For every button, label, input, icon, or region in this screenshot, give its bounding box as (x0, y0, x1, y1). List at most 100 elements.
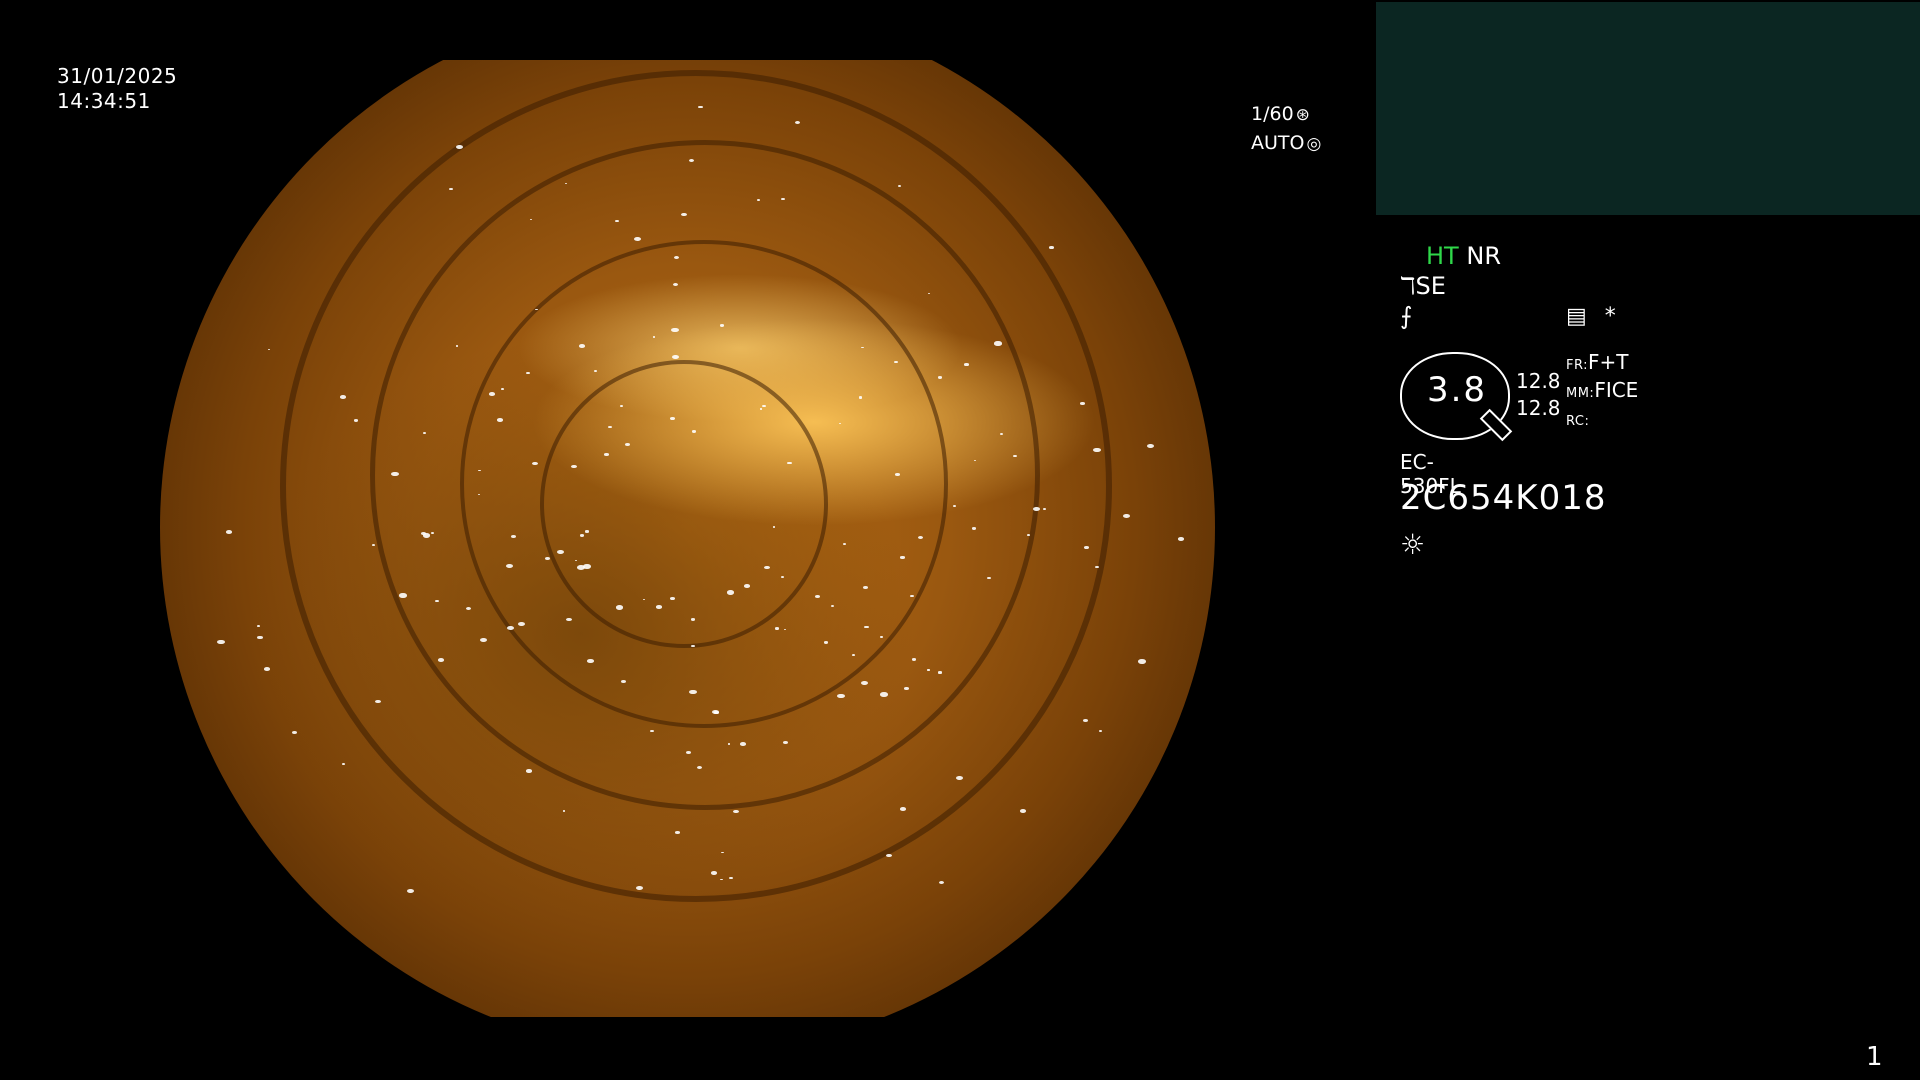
highlight-spot (608, 425, 612, 428)
highlight-spot (422, 432, 426, 434)
highlight-spot (711, 871, 717, 875)
highlight-spot (964, 363, 969, 367)
se-indicator: SE (1415, 272, 1446, 300)
highlight-spot (340, 394, 347, 399)
highlight-spot (1000, 433, 1004, 435)
thumbnail-panel (1376, 2, 1920, 215)
highlight-spot (772, 526, 776, 528)
zoom-gauge: 3.8 (1400, 352, 1513, 442)
highlight-spot (880, 692, 889, 697)
highlight-spot (583, 563, 591, 569)
mode-row-mm: MM:FICE (1566, 378, 1639, 402)
highlight-spot (838, 422, 842, 424)
highlight-spot (686, 750, 692, 754)
highlight-spot (691, 429, 697, 433)
se-row: ℸSE (1400, 272, 1446, 300)
highlight-spot (399, 593, 407, 598)
highlight-spot (1147, 443, 1155, 448)
endoscopy-monitor: 31/01/2025 14:34:51 1/60 ⊛ AUTO ◎ HT NR ℸS… (0, 0, 1920, 1080)
highlight-spot (691, 618, 696, 621)
highlight-spot (257, 625, 260, 627)
highlight-spot (1043, 507, 1046, 510)
highlight-spot (580, 534, 585, 537)
highlight-spot (1123, 514, 1130, 519)
highlight-spot (217, 640, 225, 645)
nr-indicator: NR (1466, 242, 1501, 270)
highlight-spot (635, 885, 643, 891)
endoscopic-view (100, 60, 1220, 1017)
mode-row-rc: RC: (1566, 414, 1590, 429)
mode-list: FR:F+T MM:FICE RC: (1566, 350, 1638, 434)
zoom-needle-icon (1479, 408, 1513, 442)
highlight-spot (1049, 246, 1054, 249)
highlight-spot (714, 711, 719, 714)
highlight-spot (574, 559, 578, 561)
freeze-icon: ⨍ (1400, 302, 1413, 330)
page-number: 1 (1866, 1042, 1883, 1072)
highlight-spot (372, 544, 375, 546)
highlight-spot (406, 889, 414, 894)
highlight-spot (587, 658, 594, 663)
highlight-spot (375, 699, 382, 704)
mucosal-fold (540, 360, 828, 648)
highlight-spot (760, 408, 763, 410)
highlight-spot (900, 556, 905, 559)
highlight-spot (1027, 534, 1030, 536)
highlight-spot (291, 730, 298, 735)
highlight-spot (625, 442, 631, 446)
highlight-spot (353, 419, 359, 422)
magnification-value: 12.8 (1516, 396, 1561, 420)
highlight-spot (937, 375, 943, 379)
highlight-spot (1138, 659, 1146, 664)
highlight-spot (938, 671, 942, 674)
highlight-spot (904, 686, 909, 690)
highlight-spot (672, 282, 678, 287)
highlight-spot (649, 729, 654, 732)
highlight-spot (729, 876, 733, 879)
highlight-spot (774, 627, 779, 630)
highlight-spot (226, 530, 233, 534)
iris-icon: ◎ (1306, 134, 1322, 154)
highlight-spot (1098, 729, 1102, 732)
highlight-spot (858, 396, 863, 399)
highlight-spot (794, 120, 801, 124)
highlight-spot (782, 740, 788, 744)
highlight-spot (497, 418, 504, 422)
aperture-icon: ⊛ (1295, 105, 1310, 125)
highlight-spot (257, 636, 263, 640)
highlight-spot (863, 586, 868, 590)
highlight-spot (465, 606, 471, 610)
shutter-info: 1/60 ⊛ AUTO ◎ (1251, 100, 1321, 158)
highlight-spot (831, 605, 835, 607)
highlight-spot (562, 810, 566, 812)
highlight-spot (1080, 402, 1085, 405)
highlight-spot (787, 461, 792, 465)
magnification-values: 12.8 12.8 (1516, 368, 1561, 422)
highlight-spot (987, 576, 992, 579)
highlight-spot (621, 679, 627, 683)
highlight-spot (593, 369, 597, 372)
highlight-spot (437, 658, 444, 663)
menu-list-icon: ▤ (1566, 304, 1587, 329)
highlight-spot (880, 636, 883, 638)
highlight-spot (1177, 537, 1184, 541)
highlight-spot (733, 809, 740, 814)
zoom-value: 3.8 (1426, 370, 1488, 410)
highlight-spot (927, 292, 930, 294)
highlight-spot (727, 743, 731, 745)
highlight-spot (529, 218, 532, 220)
iris-mode: AUTO (1251, 132, 1305, 154)
highlight-spot (894, 360, 898, 363)
highlight-spot (1082, 718, 1089, 722)
highlight-spot (994, 341, 1002, 346)
structure-enhance-icon: ℸ (1400, 272, 1416, 300)
menu-row: ▤ * (1566, 304, 1634, 329)
highlight-spot (656, 605, 662, 609)
highlight-spot (1084, 545, 1089, 549)
highlight-spot (781, 575, 785, 578)
highlight-spot (886, 853, 892, 858)
highlight-spot (927, 669, 930, 671)
highlight-spot (899, 806, 907, 811)
highlight-spot (670, 417, 675, 420)
highlight-spot (894, 472, 900, 476)
